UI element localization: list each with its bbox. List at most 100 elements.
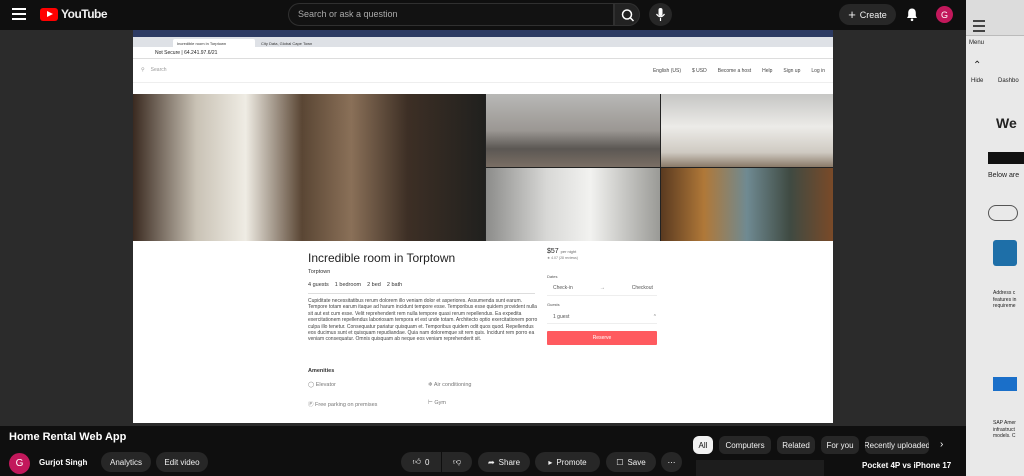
chip-recently-uploaded[interactable]: Recently uploaded: [865, 436, 929, 454]
side-window: Menu ⌃ Hide Dashbo We Below are Address …: [966, 0, 1024, 476]
site-nav-link: Become a host: [717, 68, 752, 74]
chevron-right-icon[interactable]: ›: [940, 439, 943, 450]
account-avatar[interactable]: G: [936, 6, 953, 23]
filter-button[interactable]: [988, 205, 1018, 221]
create-label: Create: [859, 9, 887, 20]
more-actions-button[interactable]: ⋯: [661, 452, 682, 472]
divider: [308, 293, 535, 294]
living-room-photo: [486, 94, 660, 167]
browser-tab: City Data, Global Cape Town: [261, 41, 313, 46]
like-button[interactable]: 👍︎ 0: [401, 452, 441, 472]
site-nav-link: English (US): [652, 68, 682, 74]
create-button[interactable]: + Create: [839, 4, 896, 25]
share-button[interactable]: ➦ Share: [478, 452, 530, 472]
chip-for-you[interactable]: For you: [821, 436, 859, 454]
main-room-photo: [133, 94, 485, 241]
check-in: Check-in: [553, 285, 573, 291]
listing-description: Cupiditate necessitatibus rerum dolorem …: [308, 298, 538, 343]
chevron-up-icon[interactable]: ⌃: [973, 60, 981, 71]
amenity-item: ⊢ Gym: [428, 400, 446, 406]
dislike-button[interactable]: 👎︎: [442, 452, 472, 472]
chip-computers[interactable]: Computers: [719, 436, 771, 454]
browser-tabs: Incredible room in Torptown City Data, G…: [133, 37, 833, 47]
notifications-bell-icon[interactable]: [905, 7, 919, 22]
recommended-thumbnail[interactable]: [696, 460, 824, 476]
youtube-play-icon: [40, 7, 58, 21]
date-picker: Check-in → Checkout: [547, 285, 657, 296]
arrow-right-icon: →: [599, 285, 605, 291]
amenities-title: Amenities: [308, 368, 335, 374]
sap-logo: [993, 377, 1017, 391]
hide-label: Hide: [971, 78, 984, 84]
recommended-title[interactable]: Pocket 4P vs iPhone 17: [862, 461, 951, 470]
channel-name[interactable]: Gurjot Singh: [39, 458, 87, 467]
check-out: Checkout: [631, 285, 653, 291]
bookmark-icon: ☐: [616, 457, 624, 467]
edit-video-button[interactable]: Edit video: [156, 452, 208, 472]
rating: ★ 4.07 (28 reviews): [547, 256, 578, 260]
side-text: Below are: [988, 172, 1020, 179]
youtube-logo[interactable]: YouTube: [40, 7, 108, 21]
kitchen-photo: [661, 94, 833, 167]
megaphone-icon: ▸: [548, 457, 553, 467]
promote-button[interactable]: ▸ Promote: [535, 452, 600, 472]
menu-label: Menu: [969, 40, 985, 46]
search-placeholder: Search or ask a question: [298, 9, 398, 19]
chip-related[interactable]: Related: [777, 436, 815, 454]
voice-search-button[interactable]: [649, 3, 672, 26]
guests-label: Guests: [547, 302, 560, 307]
listing-title: Incredible room in Torptown: [308, 251, 456, 265]
plus-icon: +: [848, 6, 856, 22]
site-nav-link: Help: [762, 68, 773, 74]
video-title: Home Rental Web App: [9, 431, 127, 443]
chip-all[interactable]: All: [693, 436, 713, 454]
bathroom-photo: [486, 168, 660, 241]
site-search-icon: ⚲: [141, 67, 145, 73]
site-nav-link: Log in: [811, 68, 825, 74]
video-frame: Incredible room in Torptown City Data, G…: [133, 30, 833, 423]
save-button[interactable]: ☐ Save: [606, 452, 656, 472]
listing-fact: 4 guests: [308, 282, 329, 288]
site-nav-link: $ USD: [692, 68, 707, 74]
thumbs-up-icon: 👍︎: [412, 457, 421, 466]
logo-text: YouTube: [61, 7, 108, 21]
photo-gallery: [133, 94, 833, 241]
guests-select: 1 guest ⌃: [547, 314, 657, 324]
more-icon: ⋯: [667, 457, 676, 467]
browser-tab: Incredible room in Torptown: [173, 39, 255, 47]
side-description: Address c features in requireme: [993, 290, 1017, 309]
chevron-up-icon: ⌃: [652, 314, 657, 320]
site-navbar: ⚲ Search English (US) $ USD Become a hos…: [133, 59, 833, 83]
lakeview-photo: [661, 168, 833, 241]
like-count: 0: [424, 457, 430, 467]
hamburger-icon[interactable]: [973, 20, 985, 32]
search-input[interactable]: Search or ask a question: [288, 3, 614, 26]
price: $57 per night: [547, 248, 577, 255]
search-icon: [621, 9, 635, 22]
youtube-header: YouTube Search or ask a question + Creat…: [0, 0, 966, 30]
site-search-placeholder: Search: [150, 67, 167, 73]
search-button[interactable]: [614, 3, 640, 26]
video-player[interactable]: Incredible room in Torptown City Data, G…: [0, 30, 966, 426]
listing-location: Torptown: [308, 269, 331, 275]
amenity-item: Ⓟ Free parking on premises: [308, 402, 378, 408]
listing-fact: 2 bath: [386, 282, 403, 288]
amenity-item: ❄ Air conditioning: [428, 382, 472, 388]
dashboard-label: Dashbo: [998, 78, 1019, 84]
analytics-button[interactable]: Analytics: [101, 452, 151, 472]
site-search: ⚲ Search: [141, 67, 167, 73]
share-icon: ➦: [487, 457, 495, 467]
redacted-bar: [988, 152, 1024, 164]
amenity-item: ◯ Elevator: [308, 382, 336, 388]
menu-icon[interactable]: [12, 8, 26, 20]
app-icon: [993, 240, 1017, 266]
side-description: SAP Amer infrastruct models. C: [993, 420, 1016, 439]
dates-label: Dates: [547, 274, 558, 279]
listing-facts: 4 guests 1 bedroom 2 bed 2 bath: [308, 282, 402, 288]
thumbs-down-icon: 👎︎: [452, 457, 462, 466]
side-heading: We: [996, 115, 1017, 131]
microphone-icon: [656, 8, 665, 21]
listing-fact: 1 bedroom: [334, 282, 362, 288]
reserve-button: Reserve: [547, 331, 657, 345]
channel-avatar[interactable]: G: [9, 453, 30, 474]
